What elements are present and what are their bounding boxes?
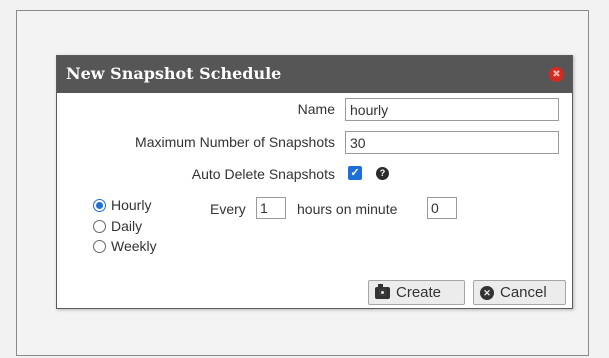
radio-daily-button[interactable]	[93, 219, 106, 233]
x-circle-icon: ✕	[480, 285, 494, 300]
radio-hourly-button[interactable]	[93, 198, 106, 212]
create-button-label: Create	[396, 284, 442, 301]
radio-weekly[interactable]: Weekly	[93, 238, 157, 254]
name-label: Name	[297, 101, 335, 117]
auto-delete-label: Auto Delete Snapshots	[191, 166, 335, 182]
camera-icon	[375, 283, 390, 299]
minute-input[interactable]	[427, 197, 457, 219]
radio-weekly-label: Weekly	[111, 238, 157, 254]
create-button[interactable]: Create	[368, 280, 465, 305]
radio-daily-label: Daily	[111, 218, 143, 234]
radio-weekly-button[interactable]	[93, 239, 106, 253]
radio-hourly-label: Hourly	[111, 197, 152, 213]
max-snapshots-input[interactable]	[345, 131, 559, 154]
every-hours-input[interactable]	[256, 197, 286, 219]
cancel-button-label: Cancel	[500, 284, 547, 301]
radio-daily[interactable]: Daily	[93, 218, 142, 234]
max-snapshots-label: Maximum Number of Snapshots	[135, 134, 335, 150]
close-icon[interactable]: ✖	[549, 67, 564, 82]
dialog-title: New Snapshot Schedule	[66, 64, 282, 83]
cancel-button[interactable]: ✕ Cancel	[473, 280, 566, 305]
radio-hourly[interactable]: Hourly	[93, 197, 151, 213]
new-snapshot-schedule-dialog: New Snapshot Schedule ✖ Name Maximum Num…	[56, 55, 573, 309]
auto-delete-checkbox[interactable]: ✓	[348, 166, 362, 180]
name-input[interactable]	[345, 98, 559, 121]
hours-on-minute-label: hours on minute	[297, 201, 398, 217]
dialog-titlebar: New Snapshot Schedule ✖	[57, 56, 572, 93]
every-label: Every	[210, 201, 246, 217]
help-icon[interactable]: ?	[376, 167, 389, 180]
